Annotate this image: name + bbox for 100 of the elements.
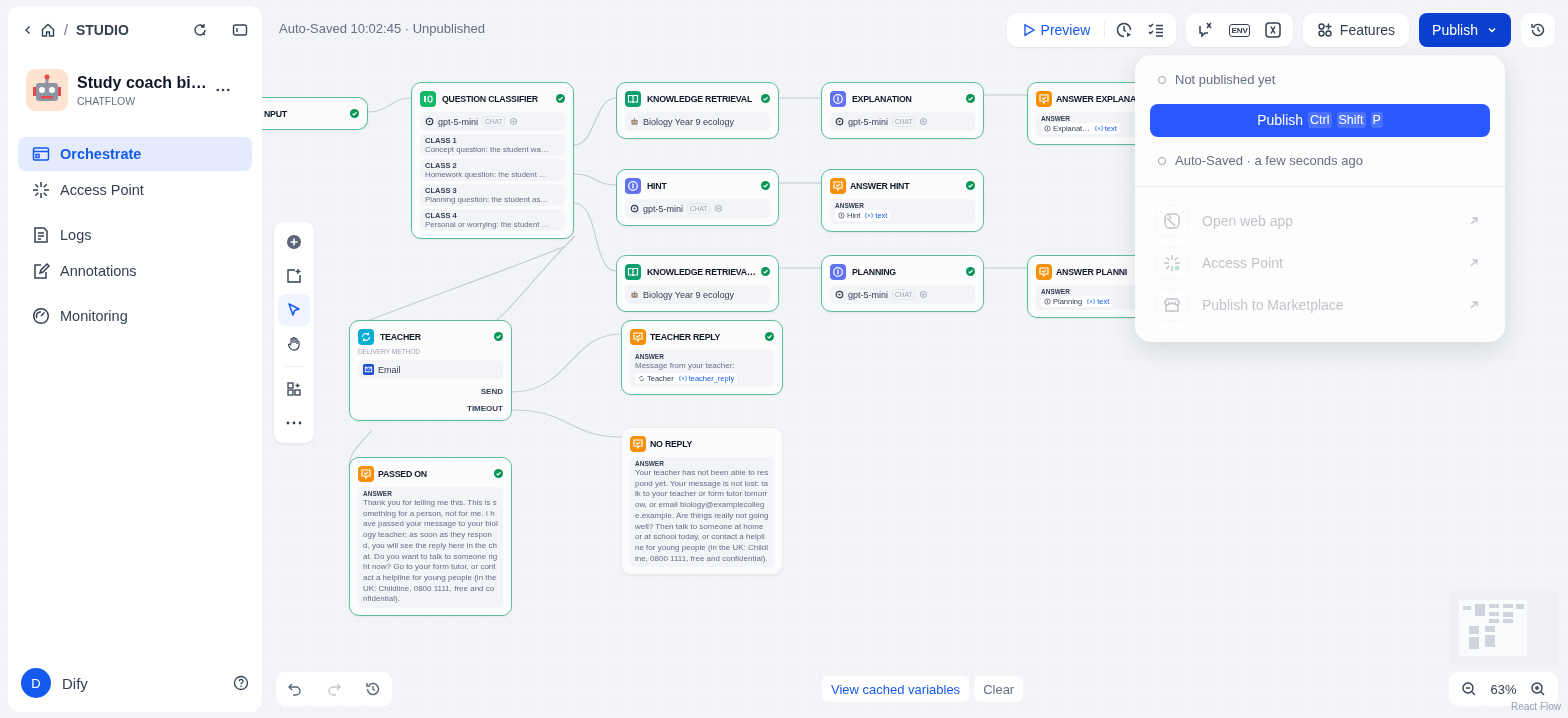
gauge-icon bbox=[32, 307, 50, 325]
grid-icon bbox=[286, 381, 302, 397]
check-icon bbox=[761, 181, 770, 190]
model-icon bbox=[835, 290, 844, 299]
window-icon bbox=[32, 145, 50, 163]
publish-status: Not published yet bbox=[1175, 72, 1276, 88]
store-icon bbox=[1163, 296, 1181, 315]
breadcrumb-separator: / bbox=[64, 22, 68, 38]
globe-icon bbox=[1163, 212, 1181, 231]
zoom-level[interactable]: 63% bbox=[1490, 681, 1517, 697]
publish-button[interactable]: Publish bbox=[1419, 13, 1511, 47]
info-icon bbox=[1044, 298, 1051, 305]
node-title: NO REPLY bbox=[650, 438, 693, 449]
nav-item[interactable]: Orchestrate bbox=[18, 137, 252, 171]
shapes-icon bbox=[1316, 22, 1333, 38]
delivery-method: Email bbox=[378, 364, 401, 375]
check-icon bbox=[966, 181, 975, 190]
chat-check-icon bbox=[630, 328, 646, 345]
answer-text: Message from your teacher: bbox=[635, 361, 735, 372]
preview-button[interactable]: Preview bbox=[1017, 22, 1095, 38]
chat-refresh-icon[interactable] bbox=[192, 22, 208, 38]
workflow-node[interactable] bbox=[349, 457, 512, 617]
chat-check-icon bbox=[1036, 90, 1052, 107]
version-history-button[interactable] bbox=[1521, 13, 1555, 47]
connector-line bbox=[348, 429, 373, 468]
history-icon bbox=[1530, 22, 1546, 38]
check-icon bbox=[494, 332, 503, 341]
node-title: EXPLANATION bbox=[852, 93, 912, 104]
variable-icon bbox=[865, 212, 874, 219]
nav-item[interactable]: Annotations bbox=[18, 254, 252, 288]
cycle-icon bbox=[638, 374, 645, 382]
home-icon[interactable] bbox=[40, 22, 56, 38]
help-icon[interactable] bbox=[233, 675, 249, 691]
clock-play-icon[interactable] bbox=[1115, 21, 1134, 39]
info-icon bbox=[625, 177, 641, 194]
document-icon bbox=[32, 226, 50, 244]
save-status: Auto-Saved 10:02:45 · Unpublished bbox=[279, 21, 485, 36]
undo-icon[interactable] bbox=[287, 681, 303, 697]
connector-line bbox=[573, 97, 617, 146]
note-edit-icon bbox=[32, 262, 50, 280]
variable-icon bbox=[1087, 298, 1096, 305]
node-title: KNOWLEDGE RETRIEVAL bbox=[647, 93, 753, 104]
user-avatar[interactable]: D bbox=[21, 668, 51, 698]
node-title: PLANNING bbox=[852, 266, 896, 277]
model-name: gpt-5-mini bbox=[438, 116, 478, 127]
checklist-icon[interactable] bbox=[1147, 21, 1166, 39]
history-icon[interactable] bbox=[365, 681, 381, 697]
node-title: ANSWER HINT bbox=[850, 180, 910, 191]
connector-line bbox=[573, 173, 617, 186]
mail-icon bbox=[363, 364, 374, 375]
publish-now-button[interactable]: Publish Ctrl Shift P bbox=[1150, 103, 1490, 137]
variable-icon[interactable] bbox=[1263, 21, 1282, 39]
play-icon bbox=[1021, 23, 1036, 37]
cycle-icon bbox=[358, 328, 374, 345]
sparkle-icon bbox=[1163, 254, 1181, 273]
workflow-node[interactable] bbox=[411, 82, 574, 239]
plus-circle-icon bbox=[286, 234, 302, 250]
info-icon bbox=[838, 212, 845, 219]
nav-item[interactable]: Logs bbox=[18, 218, 252, 252]
panel-icon[interactable] bbox=[232, 22, 248, 38]
node-title: ANSWER PLANNI bbox=[1056, 266, 1128, 277]
variable-icon bbox=[1094, 125, 1103, 132]
dataset-name: Biology Year 9 ecology bbox=[643, 289, 735, 300]
workflow-node[interactable]: KNOWLEDGE RETRIEVA… Biology Year 9 ecology bbox=[616, 255, 779, 312]
settings-icon bbox=[919, 290, 929, 299]
robot-icon bbox=[630, 117, 639, 126]
env-button[interactable]: ENV bbox=[1229, 23, 1250, 37]
breadcrumb-title[interactable]: STUDIO bbox=[75, 22, 129, 38]
model-icon bbox=[835, 117, 844, 126]
check-icon bbox=[966, 267, 975, 276]
nav-item[interactable]: Monitoring bbox=[18, 299, 252, 333]
chat-check-icon bbox=[830, 177, 846, 194]
zoom-out-icon[interactable] bbox=[1461, 681, 1477, 697]
output-label: TIMEOUT bbox=[467, 404, 503, 413]
check-icon bbox=[765, 332, 774, 341]
check-icon bbox=[761, 267, 771, 276]
features-button[interactable]: Features bbox=[1302, 13, 1410, 47]
view-cached-variables-button[interactable]: View cached variables bbox=[822, 676, 970, 702]
clear-button[interactable]: Clear bbox=[974, 676, 1024, 702]
model-icon bbox=[630, 204, 639, 213]
node-title: TEACHER bbox=[380, 331, 421, 342]
workflow-node[interactable]: NPUT bbox=[262, 97, 368, 130]
info-icon bbox=[1044, 125, 1051, 132]
node-title: KNOWLEDGE RETRIEVA… bbox=[647, 266, 756, 277]
zoom-in-icon[interactable] bbox=[1530, 681, 1546, 697]
hand-icon bbox=[286, 336, 302, 352]
pointer-icon bbox=[286, 302, 302, 318]
chat-check-icon bbox=[358, 465, 374, 482]
more-icon[interactable] bbox=[216, 88, 230, 92]
app-name: Study coach bi… bbox=[77, 73, 207, 92]
check-icon bbox=[350, 109, 359, 118]
model-name: gpt-5-mini bbox=[643, 203, 683, 214]
info-icon bbox=[830, 90, 846, 107]
node-title: NPUT bbox=[264, 108, 287, 119]
workflow-node[interactable]: KNOWLEDGE RETRIEVAL Biology Year 9 ecology bbox=[616, 82, 779, 139]
pointer-tool[interactable] bbox=[278, 294, 310, 326]
book-icon bbox=[625, 263, 641, 280]
node-title: PASSED ON bbox=[378, 468, 427, 479]
chat-check-icon bbox=[630, 435, 646, 452]
nav-item[interactable]: Access Point bbox=[18, 173, 252, 207]
